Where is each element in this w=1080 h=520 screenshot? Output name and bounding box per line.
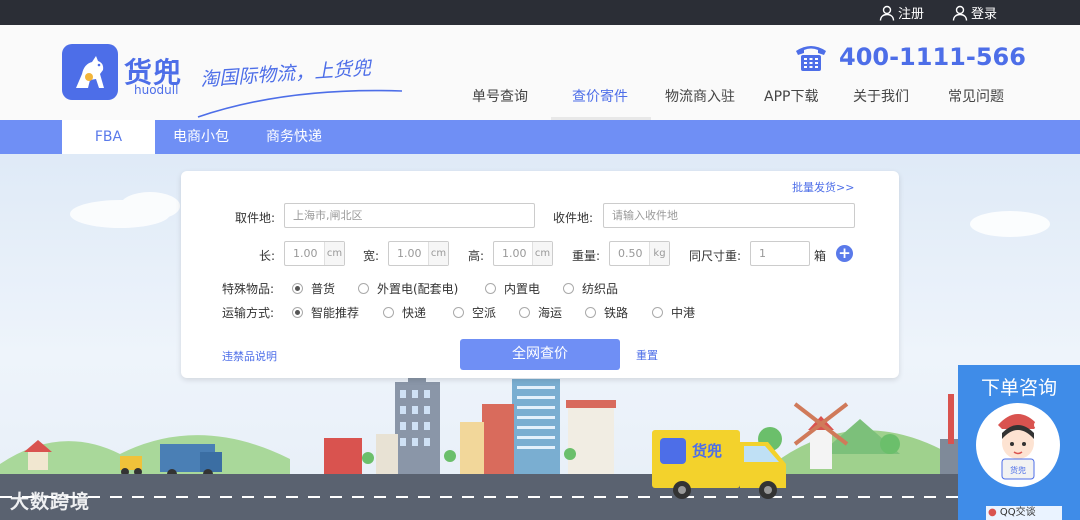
user-icon xyxy=(879,5,895,21)
recv-input[interactable]: 请输入收件地 xyxy=(603,203,855,228)
qq-chat-label: QQ交谈 xyxy=(999,507,1036,518)
radio-icon xyxy=(358,283,369,294)
width-input[interactable]: 1.00 cm xyxy=(388,241,449,266)
prohibited-items-link[interactable]: 违禁品说明 xyxy=(222,348,277,364)
special-option-external-battery[interactable]: 外置电(配套电) xyxy=(358,280,458,297)
order-consult-widget[interactable]: 下单咨询 货兜 xyxy=(958,365,1080,520)
hotline: 400-1111-566 xyxy=(793,41,1026,73)
qq-icon: ● xyxy=(988,507,997,518)
transport-option-air[interactable]: 空派 xyxy=(453,304,496,321)
top-bar: 注册 登录 xyxy=(0,0,1080,25)
consult-title: 下单咨询 xyxy=(980,377,1057,399)
transport-label: 运输方式: xyxy=(222,306,275,320)
length-label: 长: xyxy=(259,249,276,263)
kangaroo-logo-icon[interactable] xyxy=(62,44,118,100)
pickup-input[interactable]: 上海市,闸北区 xyxy=(284,203,535,228)
query-price-button[interactable]: 全网查价 xyxy=(460,339,620,370)
telephone-icon xyxy=(796,46,826,71)
special-option-label: 纺织品 xyxy=(582,282,619,296)
transport-option-label: 中港 xyxy=(671,306,696,320)
width-label: 宽: xyxy=(363,249,380,263)
login-link[interactable]: 登录 xyxy=(952,3,997,22)
site-header: 货兜 huodull 淘国际物流，上货兜 400-1111-566 单号查询 查… xyxy=(0,25,1080,120)
height-value: 1.00 xyxy=(502,247,527,260)
transport-option-rail[interactable]: 铁路 xyxy=(585,304,628,321)
pickup-label: 取件地: xyxy=(235,211,276,225)
special-option-textiles[interactable]: 纺织品 xyxy=(563,280,618,297)
length-input[interactable]: 1.00 cm xyxy=(284,241,345,266)
special-option-label: 普货 xyxy=(311,282,336,296)
hotline-number: 400-1111-566 xyxy=(839,43,1026,71)
transport-option-label: 快递 xyxy=(402,306,427,320)
weight-unit: kg xyxy=(649,242,669,265)
special-option-label: 外置电(配套电) xyxy=(377,282,459,296)
nav-app-download[interactable]: APP下载 xyxy=(764,86,818,106)
length-unit: cm xyxy=(324,242,344,265)
height-unit: cm xyxy=(532,242,552,265)
slogan-swoosh-icon xyxy=(197,89,403,118)
qq-chat-button[interactable]: ● QQ交谈 xyxy=(986,506,1062,520)
tab-business-express[interactable]: 商务快递 xyxy=(252,120,336,154)
radio-icon xyxy=(292,307,303,318)
tab-fba[interactable]: FBA xyxy=(62,120,155,154)
transport-option-label: 海运 xyxy=(538,306,563,320)
reset-link[interactable]: 重置 xyxy=(636,347,658,363)
height-input[interactable]: 1.00 cm xyxy=(493,241,553,266)
support-agent-avatar: 货兜 xyxy=(976,403,1060,487)
radio-icon xyxy=(485,283,496,294)
special-option-internal-battery[interactable]: 内置电 xyxy=(485,280,540,297)
plus-icon: + xyxy=(838,244,851,262)
radio-icon xyxy=(652,307,663,318)
special-option-label: 内置电 xyxy=(504,282,541,296)
recv-placeholder: 请输入收件地 xyxy=(612,209,678,222)
logo-text-en: huodull xyxy=(134,83,179,97)
nav-tracking[interactable]: 单号查询 xyxy=(472,86,528,106)
transport-option-hk[interactable]: 中港 xyxy=(652,304,695,321)
bulk-shipping-link[interactable]: 批量发货>> xyxy=(792,179,854,195)
nav-price-query[interactable]: 查价寄件 xyxy=(572,86,628,106)
pickup-value: 上海市,闸北区 xyxy=(293,209,363,222)
weight-input[interactable]: 0.50 kg xyxy=(609,241,670,266)
nav-carrier-join[interactable]: 物流商入驻 xyxy=(665,86,735,106)
svg-text:货兜: 货兜 xyxy=(692,442,722,460)
weight-value: 0.50 xyxy=(618,247,643,260)
add-package-button[interactable]: + xyxy=(836,245,853,262)
height-label: 高: xyxy=(468,249,485,263)
special-goods-label: 特殊物品: xyxy=(222,282,275,296)
width-unit: cm xyxy=(428,242,448,265)
width-value: 1.00 xyxy=(397,247,422,260)
same-size-input[interactable]: 1 xyxy=(750,241,810,266)
radio-icon xyxy=(519,307,530,318)
radio-icon xyxy=(453,307,464,318)
special-option-general[interactable]: 普货 xyxy=(292,280,335,297)
transport-option-sea[interactable]: 海运 xyxy=(519,304,562,321)
transport-option-express[interactable]: 快递 xyxy=(383,304,426,321)
register-link[interactable]: 注册 xyxy=(879,3,924,22)
recv-label: 收件地: xyxy=(553,211,594,225)
transport-option-smart[interactable]: 智能推荐 xyxy=(292,304,359,321)
nav-faq[interactable]: 常见问题 xyxy=(948,86,1004,106)
length-value: 1.00 xyxy=(293,247,318,260)
radio-icon xyxy=(383,307,394,318)
radio-icon xyxy=(292,283,303,294)
transport-option-label: 铁路 xyxy=(604,306,629,320)
service-tabs: FBA 电商小包 商务快递 xyxy=(0,120,1080,154)
tab-ecommerce-parcel[interactable]: 电商小包 xyxy=(160,120,242,154)
radio-icon xyxy=(563,283,574,294)
radio-icon xyxy=(585,307,596,318)
user-icon xyxy=(952,5,968,21)
login-label: 登录 xyxy=(971,7,998,22)
box-unit: 箱 xyxy=(814,249,827,263)
nav-about[interactable]: 关于我们 xyxy=(853,86,909,106)
svg-text:货兜: 货兜 xyxy=(1010,465,1026,475)
transport-option-label: 智能推荐 xyxy=(311,306,360,320)
register-label: 注册 xyxy=(898,7,925,22)
weight-label: 重量: xyxy=(572,249,601,263)
transport-option-label: 空派 xyxy=(472,306,497,320)
same-size-value: 1 xyxy=(759,247,766,260)
watermark: 大数跨境 xyxy=(10,491,91,513)
same-size-label: 同尺寸重: xyxy=(689,249,742,263)
